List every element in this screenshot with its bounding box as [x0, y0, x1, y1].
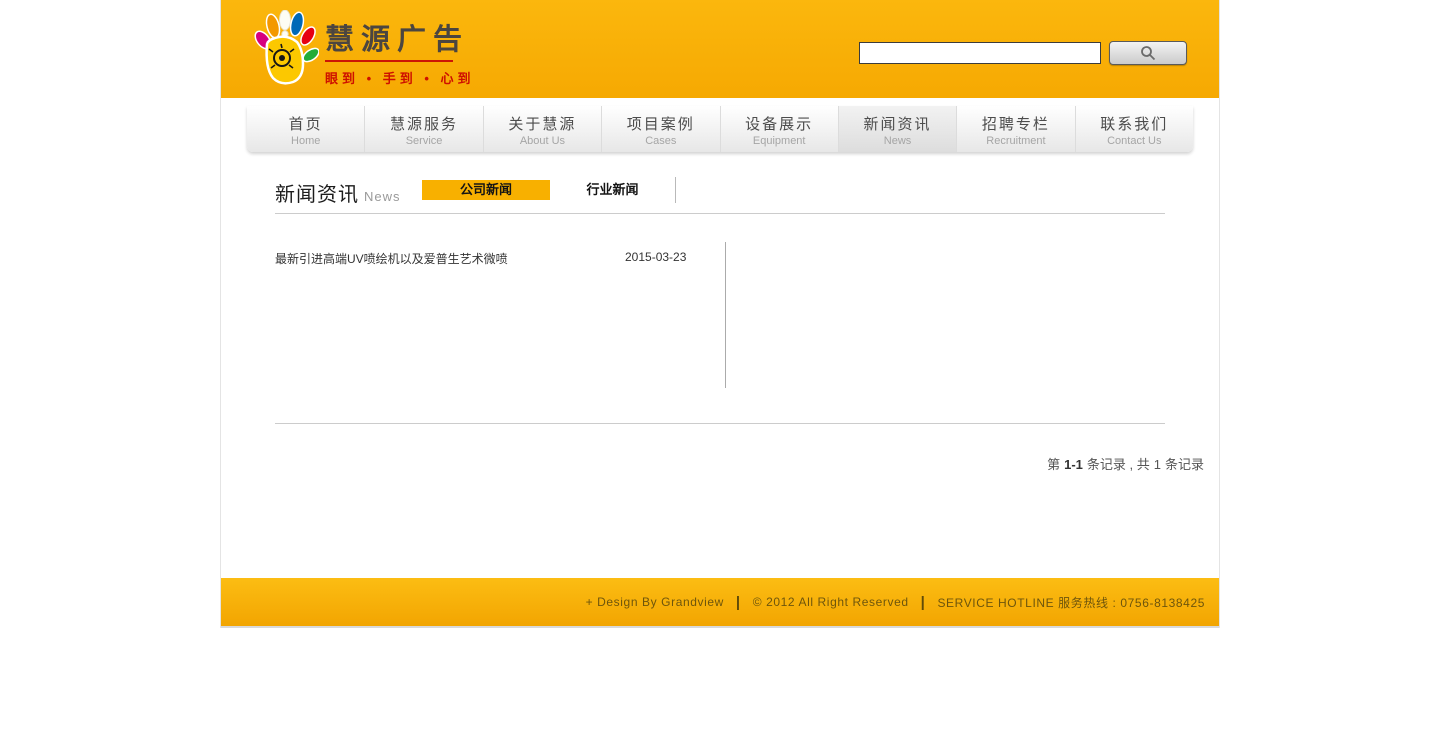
nav-item-cases[interactable]: 项目案例 Cases — [602, 106, 720, 152]
nav-label-zh: 项目案例 — [602, 113, 719, 134]
nav-label-en: Service — [365, 135, 482, 147]
news-list: 最新引进高端UV喷绘机以及爱普生艺术微喷 2015-03-23 — [275, 214, 1165, 423]
search-bar — [859, 41, 1187, 65]
nav-label-en: Home — [247, 135, 364, 147]
brand-name: 慧源广告 — [325, 24, 475, 56]
news-item-date: 2015-03-23 — [625, 250, 686, 267]
search-input[interactable] — [859, 42, 1101, 64]
page: 慧源广告 眼到 • 手到 • 心到 首页 Home — [0, 0, 1440, 747]
nav-label-en: Contact Us — [1076, 135, 1193, 147]
footer-separator: | — [736, 594, 741, 611]
nav-item-contact[interactable]: 联系我们 Contact Us — [1076, 106, 1193, 152]
bottom-divider — [221, 626, 1219, 628]
pagination: 第 1-1 条记录 , 共 1 条记录 — [221, 454, 1206, 473]
brand-underline — [325, 60, 453, 62]
logo-hand-icon — [251, 10, 319, 90]
pagination-total: 1 — [1154, 457, 1161, 472]
footer-design-credit: + Design By Grandview — [586, 595, 724, 609]
brand-slogan: 眼到 • 手到 • 心到 — [325, 68, 475, 87]
tab-industry-news[interactable]: 行业新闻 — [550, 180, 675, 200]
nav-item-equipment[interactable]: 设备展示 Equipment — [721, 106, 839, 152]
news-list-divider — [725, 242, 726, 388]
footer-copyright: © 2012 All Right Reserved — [753, 595, 909, 609]
search-button[interactable] — [1109, 41, 1187, 65]
brand-text: 慧源广告 眼到 • 手到 • 心到 — [325, 10, 475, 87]
nav-label-en: Cases — [602, 135, 719, 147]
pagination-middle: 条记录 , 共 — [1087, 457, 1150, 472]
page-title-zh: 新闻资讯 — [275, 184, 359, 206]
nav-label-zh: 招聘专栏 — [957, 113, 1074, 134]
page-title: 新闻资讯 News — [275, 178, 401, 207]
news-row: 最新引进高端UV喷绘机以及爱普生艺术微喷 2015-03-23 — [275, 214, 1165, 267]
search-icon — [1140, 45, 1156, 61]
tab-company-news[interactable]: 公司新闻 — [422, 180, 550, 200]
nav-label-zh: 首页 — [247, 113, 364, 134]
pagination-suffix: 条记录 — [1165, 457, 1204, 472]
nav-item-home[interactable]: 首页 Home — [247, 106, 365, 152]
news-section-head: 新闻资讯News 公司新闻 行业新闻 — [275, 178, 1165, 202]
main-nav: 首页 Home 慧源服务 Service 关于慧源 About Us 项目案例 … — [247, 106, 1193, 152]
pagination-range: 1-1 — [1064, 457, 1083, 472]
news-item-title[interactable]: 最新引进高端UV喷绘机以及爱普生艺术微喷 — [275, 250, 625, 267]
footer-hotline: SERVICE HOTLINE 服务热线 : 0756-8138425 — [937, 594, 1205, 611]
nav-label-en: Recruitment — [957, 135, 1074, 147]
page-title-en: News — [364, 189, 401, 204]
site-header: 慧源广告 眼到 • 手到 • 心到 — [221, 0, 1219, 98]
nav-label-zh: 联系我们 — [1076, 113, 1193, 134]
nav-item-about[interactable]: 关于慧源 About Us — [484, 106, 602, 152]
nav-item-service[interactable]: 慧源服务 Service — [365, 106, 483, 152]
nav-label-zh: 设备展示 — [721, 113, 838, 134]
nav-item-news[interactable]: 新闻资讯 News — [839, 106, 957, 152]
nav-label-zh: 新闻资讯 — [839, 113, 956, 134]
nav-label-zh: 慧源服务 — [365, 113, 482, 134]
tab-divider — [675, 177, 676, 203]
site-footer: + Design By Grandview | © 2012 All Right… — [221, 578, 1219, 626]
main-content: 新闻资讯News 公司新闻 行业新闻 最新引进高端UV喷绘机以及爱普生艺术微喷 … — [221, 178, 1219, 537]
rule-bottom — [275, 423, 1165, 424]
nav-item-recruitment[interactable]: 招聘专栏 Recruitment — [957, 106, 1075, 152]
nav-label-zh: 关于慧源 — [484, 113, 601, 134]
pagination-prefix: 第 — [1047, 457, 1060, 472]
nav-label-en: Equipment — [721, 135, 838, 147]
nav-label-en: News — [839, 135, 956, 147]
brand: 慧源广告 眼到 • 手到 • 心到 — [251, 10, 475, 90]
nav-label-en: About Us — [484, 135, 601, 147]
site-wrapper: 慧源广告 眼到 • 手到 • 心到 首页 Home — [220, 0, 1220, 628]
footer-separator: | — [921, 594, 926, 611]
